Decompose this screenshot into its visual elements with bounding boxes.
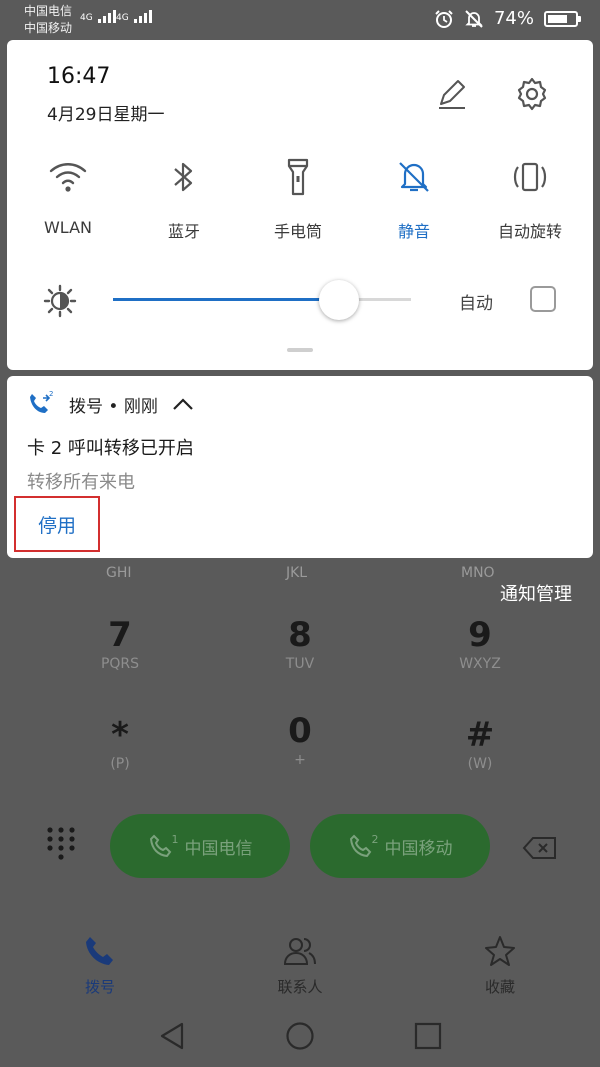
signal-2-icon: 4G bbox=[116, 9, 152, 23]
phone-icon bbox=[86, 937, 113, 965]
backspace-icon[interactable] bbox=[522, 836, 558, 860]
brightness-slider-thumb[interactable] bbox=[319, 280, 360, 320]
tile-flashlight[interactable]: 手电筒 bbox=[243, 152, 353, 242]
dialer-background: GHI JKL MNO 通知管理 7 PQRS 8 TUV 9 WXYZ * (P) 0… bbox=[0, 540, 600, 920]
gear-icon[interactable] bbox=[514, 76, 550, 112]
home-icon[interactable] bbox=[285, 1021, 315, 1051]
bottom-navigation: 拨号 联系人 收藏 bbox=[0, 920, 600, 1010]
call-sim2-button[interactable]: 2 中国移动 bbox=[310, 814, 490, 878]
recents-icon[interactable] bbox=[414, 1022, 442, 1050]
brightness-row: 自动 bbox=[7, 276, 593, 326]
notification-management-link[interactable]: 通知管理 bbox=[500, 580, 572, 606]
alarm-icon bbox=[435, 9, 453, 28]
nav-tab-dial-label: 拨号 bbox=[84, 978, 115, 996]
tile-bluetooth[interactable]: 蓝牙 bbox=[129, 152, 239, 242]
notification-separator: • bbox=[108, 396, 119, 417]
key-letters-ghi: GHI bbox=[106, 565, 132, 581]
auto-brightness-checkbox[interactable] bbox=[530, 286, 556, 312]
tile-bluetooth-label: 蓝牙 bbox=[167, 222, 200, 241]
auto-brightness-label: 自动 bbox=[459, 294, 493, 314]
call-sim1-label: 中国电信 bbox=[184, 838, 253, 859]
key-hash[interactable]: # (W) bbox=[420, 716, 540, 772]
tile-auto-rotate[interactable]: 自动旋转 bbox=[475, 152, 585, 242]
notification-app-name: 拨号 bbox=[69, 396, 103, 417]
brightness-slider[interactable] bbox=[113, 298, 411, 301]
key-7[interactable]: 7 PQRS bbox=[60, 616, 180, 672]
nav-tab-contacts-label: 联系人 bbox=[277, 978, 323, 996]
keypad-toggle-icon[interactable] bbox=[46, 826, 76, 862]
tile-auto-rotate-label: 自动旋转 bbox=[497, 222, 562, 241]
carrier-names: 中国电信 中国移动 bbox=[24, 3, 72, 37]
notification-card[interactable]: 2 拨号 • 刚刚 卡 2 呼叫转移已开启 转移所有来电 停用 bbox=[7, 376, 593, 558]
nav-tab-favorites-label: 收藏 bbox=[484, 978, 515, 996]
call-sim1-button[interactable]: 1 中国电信 bbox=[110, 814, 290, 878]
system-navigation-bar bbox=[0, 1005, 600, 1067]
quick-settings-panel: 16:47 4月29日星期一 WLAN 蓝牙 手电筒 静音 自动旋转 自动 bbox=[7, 40, 593, 370]
battery-icon bbox=[544, 10, 581, 27]
carrier-1-name: 中国电信 bbox=[24, 4, 73, 18]
key-8[interactable]: 8 TUV bbox=[240, 616, 360, 672]
edit-icon[interactable] bbox=[435, 76, 469, 110]
bluetooth-icon bbox=[174, 162, 193, 192]
clock-time: 16:47 bbox=[47, 64, 111, 89]
notification-time: 刚刚 bbox=[123, 396, 158, 417]
bell-off-icon bbox=[399, 162, 429, 192]
brightness-icon bbox=[43, 284, 77, 318]
key-9[interactable]: 9 WXYZ bbox=[420, 616, 540, 672]
tile-wlan-label: WLAN bbox=[43, 218, 92, 237]
tile-flashlight-label: 手电筒 bbox=[273, 222, 322, 241]
tile-wlan[interactable]: WLAN bbox=[13, 152, 123, 237]
tile-silent-label: 静音 bbox=[397, 222, 430, 241]
status-bar: 中国电信 中国移动 4G 4G 74% bbox=[0, 0, 600, 40]
clock-date: 4月29日星期一 bbox=[47, 105, 165, 125]
nav-tab-dial[interactable]: 拨号 bbox=[40, 934, 160, 997]
key-letters-jkl: JKL bbox=[286, 565, 308, 581]
signal-1-icon: 4G bbox=[80, 9, 116, 23]
call-forward-icon: 2 bbox=[30, 390, 53, 413]
sim1-number: 1 bbox=[171, 832, 179, 846]
key-star[interactable]: * (P) bbox=[60, 716, 180, 772]
carrier-2-name: 中国移动 bbox=[24, 21, 73, 35]
nav-tab-contacts[interactable]: 联系人 bbox=[240, 934, 360, 997]
phone-icon bbox=[149, 834, 171, 858]
back-icon[interactable] bbox=[158, 1021, 186, 1051]
mute-icon bbox=[465, 9, 483, 28]
phone-icon bbox=[349, 834, 371, 858]
contacts-icon bbox=[283, 938, 316, 965]
svg-text:2: 2 bbox=[49, 390, 53, 398]
tile-silent[interactable]: 静音 bbox=[359, 152, 469, 242]
disable-forwarding-button[interactable]: 停用 bbox=[14, 496, 100, 552]
chevron-up-icon[interactable] bbox=[172, 397, 194, 411]
key-letters-mno: MNO bbox=[461, 565, 495, 581]
notification-body: 转移所有来电 bbox=[27, 472, 135, 493]
wifi-icon bbox=[49, 163, 87, 192]
flashlight-icon bbox=[287, 158, 309, 196]
call-sim2-label: 中国移动 bbox=[384, 838, 453, 859]
panel-expand-handle[interactable] bbox=[287, 348, 313, 352]
key-0[interactable]: 0 + bbox=[240, 712, 360, 768]
sim2-number: 2 bbox=[371, 832, 379, 846]
network-type-2: 4G bbox=[116, 13, 129, 23]
star-icon bbox=[485, 936, 515, 966]
rotate-icon bbox=[513, 162, 547, 192]
battery-percent: 74% bbox=[493, 8, 534, 29]
network-type-1: 4G bbox=[80, 13, 93, 23]
nav-tab-favorites[interactable]: 收藏 bbox=[440, 934, 560, 997]
notification-title: 卡 2 呼叫转移已开启 bbox=[27, 438, 194, 459]
